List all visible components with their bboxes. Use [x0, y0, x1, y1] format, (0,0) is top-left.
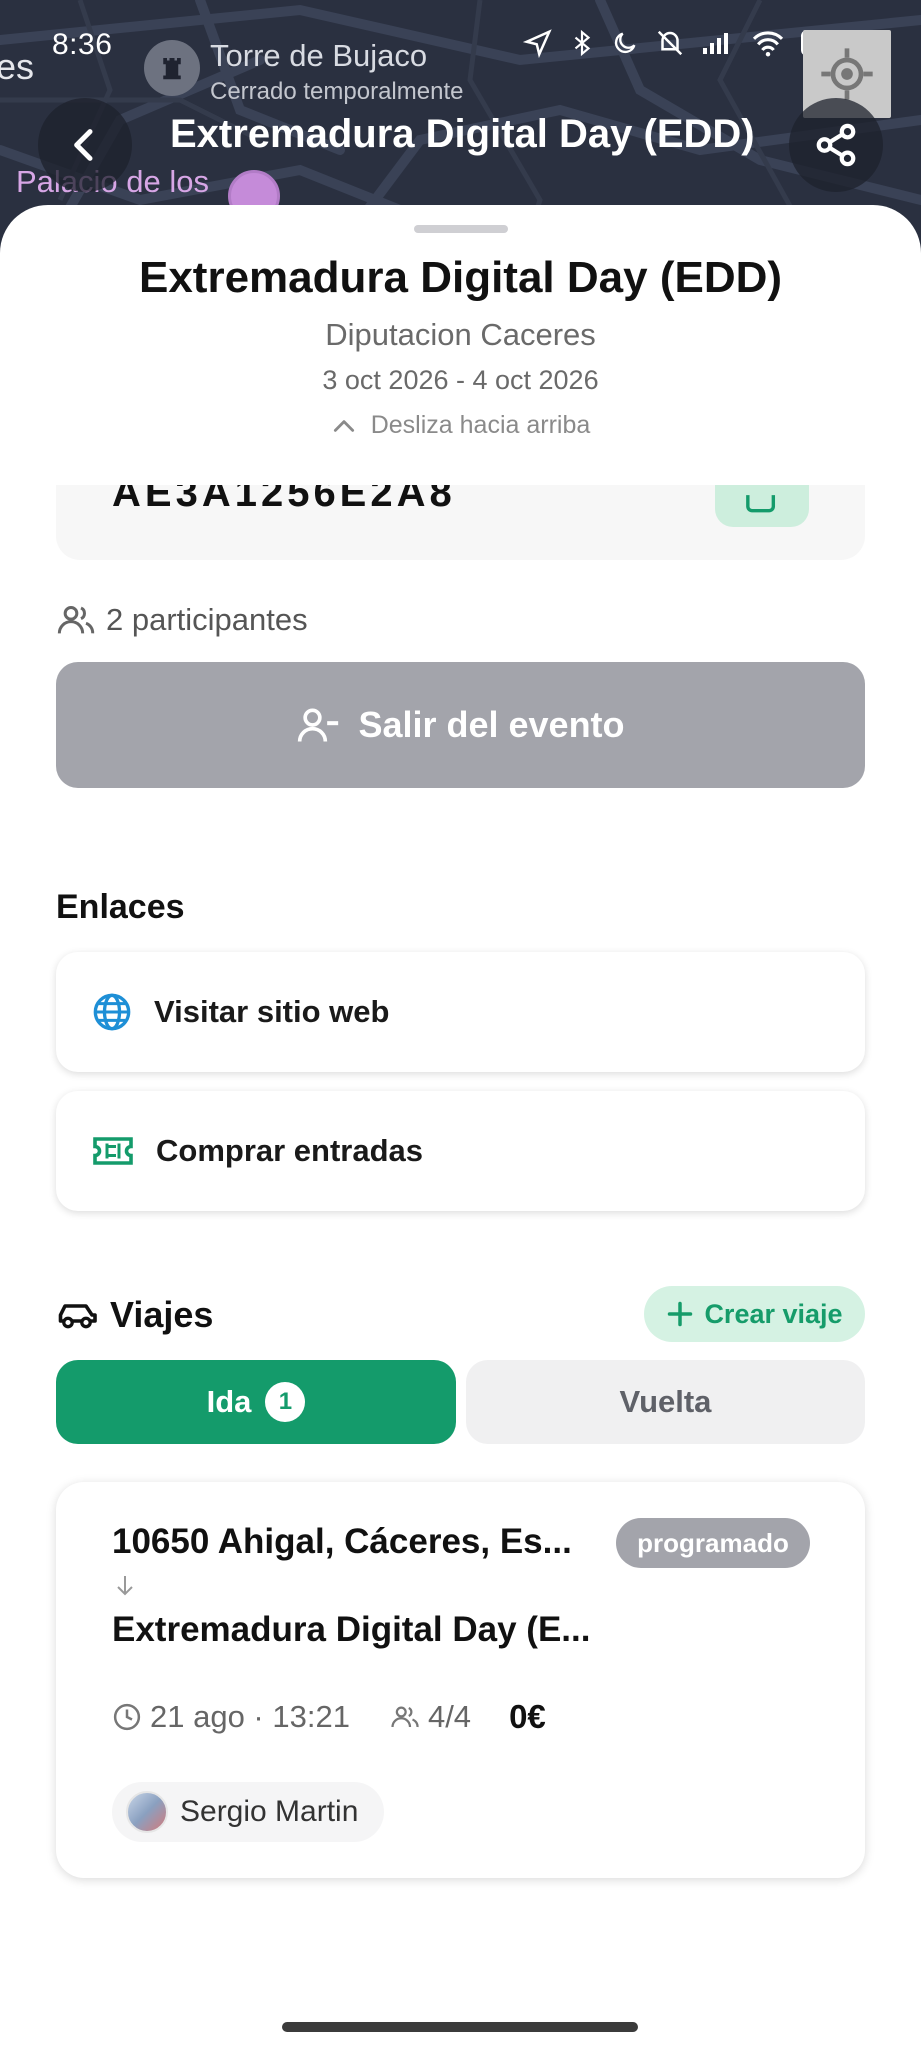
tower-icon: [163, 58, 181, 80]
car-icon: [58, 1304, 97, 1329]
swipe-hint-label: Desliza hacia arriba: [370, 411, 591, 439]
event-code: AE3A1256E2A8: [112, 485, 456, 515]
wifi-icon: [752, 31, 784, 57]
trips-section-header: Viajes: [56, 1294, 213, 1336]
clock-icon: [113, 1703, 141, 1731]
poi-title[interactable]: Torre de Bujaco: [210, 38, 427, 74]
participants-label: 2 participantes: [106, 602, 308, 637]
globe-icon: [93, 993, 131, 1031]
driver-chip[interactable]: Sergio Martin: [112, 1782, 385, 1842]
crosshair-icon: [821, 48, 873, 100]
trip-card[interactable]: 10650 Ahigal, Cáceres, Es... programado …: [56, 1482, 865, 1878]
event-organizer: Diputacion Caceres: [325, 317, 596, 352]
bluetooth-icon: [574, 29, 591, 57]
plus-icon: [668, 1301, 693, 1327]
buy-tickets-label: Comprar entradas: [156, 1133, 424, 1168]
status-time: 8:36: [52, 28, 113, 61]
copy-icon: [746, 495, 776, 513]
visit-website-label: Visitar sitio web: [154, 994, 390, 1029]
create-trip-label: Crear viaje: [704, 1298, 843, 1329]
tab-ida[interactable]: Ida 1: [56, 1360, 456, 1444]
links-section-title: Enlaces: [56, 888, 185, 926]
arrow-down-icon: [117, 1576, 133, 1596]
driver-name: Sergio Martin: [180, 1795, 359, 1828]
event-title: Extremadura Digital Day (EDD): [138, 253, 783, 302]
header-title: Extremadura Digital Day (EDD): [170, 112, 755, 156]
event-code-card: AE3A1256E2A8: [56, 485, 865, 560]
leave-event-button[interactable]: Salir del evento: [56, 662, 865, 788]
users-icon: [391, 1706, 419, 1728]
buy-tickets-link[interactable]: Comprar entradas: [56, 1091, 865, 1211]
trip-meta: 21 ago · 13:21 4/4 0€: [112, 1698, 546, 1736]
user-minus-icon: [298, 708, 339, 742]
poi-tower-marker[interactable]: [144, 40, 200, 96]
participants-count: 2 participantes: [56, 600, 308, 640]
trip-seats: 4/4: [390, 1699, 471, 1735]
trip-seats-label: 4/4: [427, 1699, 472, 1734]
drag-handle[interactable]: [414, 225, 508, 233]
create-trip-button[interactable]: Crear viaje: [644, 1286, 865, 1342]
trip-datetime-label: 21 ago · 13:21: [150, 1699, 350, 1734]
ticket-icon: [93, 1137, 133, 1165]
location-arrow-icon: [523, 29, 552, 58]
trips-section-title: Viajes: [110, 1294, 214, 1335]
signal-icon: [703, 33, 728, 54]
home-indicator[interactable]: [282, 2022, 638, 2032]
tab-vuelta[interactable]: Vuelta: [466, 1360, 865, 1444]
bell-off-icon: [657, 30, 683, 56]
share-icon: [816, 123, 856, 167]
trip-origin: 10650 Ahigal, Cáceres, Es...: [112, 1522, 572, 1561]
chevron-up-icon: [333, 419, 354, 432]
tab-vuelta-label: Vuelta: [619, 1384, 712, 1419]
back-button[interactable]: [38, 98, 132, 192]
users-icon: [57, 606, 95, 634]
copy-code-button[interactable]: [715, 485, 809, 527]
trip-price: 0€: [509, 1698, 546, 1735]
trip-status-badge: programado: [616, 1518, 810, 1568]
avatar: [126, 1791, 168, 1833]
leave-event-label: Salir del evento: [358, 704, 625, 745]
map-edge-label: es: [0, 46, 35, 87]
visit-website-link[interactable]: Visitar sitio web: [56, 952, 865, 1072]
tab-ida-count-badge: 1: [265, 1382, 306, 1422]
share-button[interactable]: [789, 98, 883, 192]
tab-ida-label: Ida: [206, 1384, 252, 1419]
swipe-hint[interactable]: Desliza hacia arriba: [0, 411, 921, 440]
event-dates: 3 oct 2026 - 4 oct 2026: [322, 365, 599, 395]
trip-datetime: 21 ago · 13:21: [112, 1699, 350, 1735]
poi-subtitle: Cerrado temporalmente: [210, 78, 464, 105]
trip-destination: Extremadura Digital Day (E...: [112, 1610, 591, 1649]
chevron-left-icon: [74, 129, 93, 161]
moon-icon: [614, 32, 636, 54]
